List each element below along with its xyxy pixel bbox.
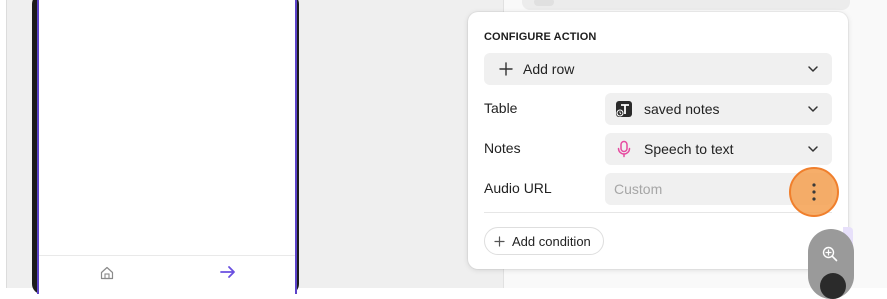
audio-url-label: Audio URL	[484, 180, 552, 196]
configure-action-card: CONFIGURE ACTION Add row Table saved not…	[468, 12, 848, 269]
notes-select[interactable]: Speech to text	[605, 133, 832, 165]
card-divider	[484, 212, 832, 213]
chevron-down-icon	[808, 146, 818, 152]
previous-block-stub	[522, 0, 850, 10]
add-condition-button[interactable]: Add condition	[484, 227, 604, 255]
audio-url-placeholder: Custom	[614, 181, 663, 197]
chevron-down-icon	[808, 106, 818, 112]
plus-icon	[494, 236, 505, 247]
more-options-button[interactable]	[789, 167, 839, 217]
add-condition-label: Add condition	[512, 234, 591, 249]
arrow-right-icon[interactable]	[219, 264, 237, 280]
notes-value: Speech to text	[644, 141, 734, 157]
chevron-down-icon	[808, 66, 818, 72]
phone-nav-divider	[39, 255, 295, 256]
card-title: CONFIGURE ACTION	[484, 31, 597, 43]
zoom-control[interactable]	[808, 229, 854, 299]
more-vertical-icon	[812, 183, 816, 201]
table-select[interactable]: saved notes	[605, 93, 832, 125]
home-icon[interactable]	[100, 266, 114, 280]
action-type-label: Add row	[523, 61, 575, 77]
table-value: saved notes	[644, 101, 720, 117]
stub-pill	[534, 0, 554, 6]
microphone-icon	[617, 140, 631, 158]
zoom-in-icon[interactable]	[822, 246, 838, 262]
notes-label: Notes	[484, 140, 521, 156]
zoom-knob[interactable]	[820, 273, 846, 299]
action-type-select[interactable]: Add row	[484, 53, 832, 85]
plus-icon	[499, 62, 513, 76]
table-label: Table	[484, 100, 518, 116]
phone-screen	[37, 0, 297, 294]
table-icon	[616, 101, 632, 117]
